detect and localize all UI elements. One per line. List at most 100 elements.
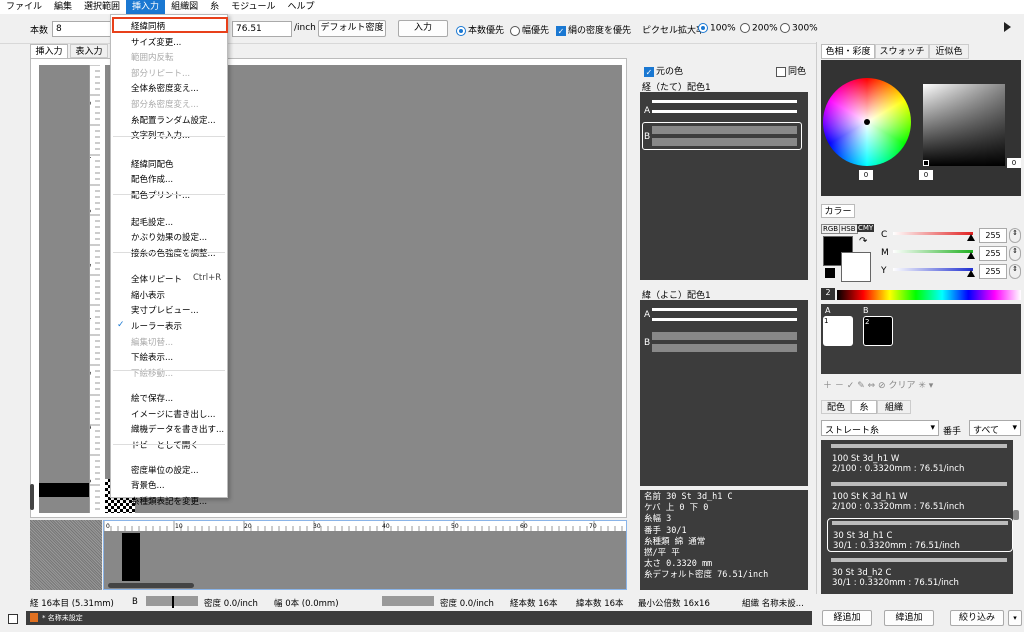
slider-track[interactable] [893, 268, 973, 271]
weft-row-a-stripe[interactable] [652, 308, 797, 311]
stepper-icon[interactable]: ⇕ [1009, 264, 1021, 279]
swatch-2[interactable]: 2 [863, 316, 893, 346]
original-color-checkbox[interactable]: ✓ 元の色 [644, 64, 683, 77]
tab-hue-saturation[interactable]: 色相・彩度 [821, 44, 875, 59]
swap-colors-icon[interactable]: ↷ [859, 236, 867, 247]
yarn-list-item[interactable]: 100 St K 3d_h1 W 2/100 : 0.3320mm : 76.51… [827, 480, 1013, 514]
weft-row-b-stripe[interactable] [652, 332, 797, 340]
swatch-1[interactable]: 1 [823, 316, 853, 346]
zoom-300-radio[interactable]: 300% [780, 23, 818, 34]
stepper-icon[interactable]: ⇕ [1009, 246, 1021, 261]
slider-track[interactable] [893, 250, 973, 253]
slider-thumb[interactable] [967, 252, 975, 259]
tab-organization[interactable]: 組織 [877, 400, 911, 414]
options-icon[interactable]: ✳ ▾ [918, 381, 933, 391]
menu-item-27[interactable]: 糸種類表記を変更... [131, 495, 207, 507]
menu-item-19[interactable]: 下絵表示... [131, 351, 173, 363]
default-density-button[interactable]: デフォルト密度 [318, 20, 386, 37]
mode-cmy[interactable]: CMY [857, 224, 875, 232]
warp-row-b-stripe[interactable] [652, 126, 797, 134]
tab-yarn[interactable]: 糸 [851, 400, 877, 414]
warp-row-a-stripe-2[interactable] [652, 110, 797, 113]
clear-button[interactable]: クリア [888, 381, 915, 391]
menu-item-26[interactable]: 背景色... [131, 479, 165, 491]
menu-item-23[interactable]: 織機データを書き出す... [131, 423, 224, 435]
apply-swatch-icon[interactable]: ✓ [847, 381, 855, 391]
warp-row-a-stripe[interactable] [652, 100, 797, 103]
menu-edit[interactable]: 編集 [48, 0, 78, 14]
menu-item-0[interactable]: 経緯同柄 [131, 20, 165, 32]
yarn-list-scrollbar[interactable] [1013, 510, 1019, 520]
add-swatch-icon[interactable]: ＋ [823, 381, 832, 391]
document-tab[interactable]: * 名称未設定 [42, 613, 83, 623]
menu-item-22[interactable]: イメージに書き出し... [131, 408, 215, 420]
weft-row-a-stripe-2[interactable] [652, 318, 797, 321]
yarn-type-select[interactable]: ストレート糸 ▾ [821, 420, 939, 436]
filter-button[interactable]: 絞り込み [950, 610, 1004, 626]
tab-insert[interactable]: 挿入力 [30, 44, 68, 58]
vertical-scrollbar[interactable] [30, 484, 34, 510]
add-warp-button[interactable]: 経追加 [822, 610, 872, 626]
tab-color[interactable]: カラー [821, 204, 855, 218]
menu-item-4[interactable]: 全体糸密度変え... [131, 82, 199, 94]
count-input[interactable]: 8 [52, 21, 112, 37]
default-colors-icon[interactable] [825, 268, 835, 278]
menu-module[interactable]: モジュール [225, 0, 281, 14]
yarn-list-item[interactable]: 30 St 3d_h2 C 30/1 : 0.3320mm : 76.51/inc… [827, 556, 1013, 590]
swap-swatch-icon[interactable]: ⇔ [868, 381, 876, 391]
tab-swatch[interactable]: スウォッチ [875, 44, 929, 59]
same-color-checkbox[interactable]: 同色 [776, 64, 806, 77]
zoom-100-radio[interactable]: 100% [698, 23, 736, 34]
menu-item-17[interactable]: ルーラー表示 [131, 320, 182, 332]
yarn-list-item[interactable]: 100 St 3d_h1 W 2/100 : 0.3320mm : 76.51/i… [827, 442, 1013, 476]
menu-org-chart[interactable]: 組織図 [165, 0, 204, 14]
slider-value[interactable]: 255 [979, 246, 1007, 261]
menu-item-16[interactable]: 実寸プレビュー... [131, 304, 199, 316]
warp-row-b-stripe-2[interactable] [652, 138, 797, 146]
warp-strip[interactable] [39, 65, 89, 513]
menu-item-9[interactable]: 配色作成... [131, 173, 173, 185]
tab-arrangement[interactable]: 配色 [821, 400, 851, 414]
density-input[interactable]: 76.51 [232, 21, 292, 37]
menu-file[interactable]: ファイル [0, 0, 48, 14]
footer-checkbox[interactable] [8, 614, 18, 624]
delete-swatch-icon[interactable]: ⊘ [878, 381, 886, 391]
slider-thumb[interactable] [967, 270, 975, 277]
menu-item-21[interactable]: 絵で保存... [131, 392, 173, 404]
menu-item-6[interactable]: 糸配置ランダム設定... [131, 114, 216, 126]
menu-yarn[interactable]: 糸 [204, 0, 225, 14]
menu-item-14[interactable]: 全体リピート [131, 273, 182, 285]
slider-value[interactable]: 255 [979, 228, 1007, 243]
keep-density-checkbox[interactable]: ✓ 絹の密度を優先 [556, 23, 631, 36]
menu-item-1[interactable]: サイズ変更... [131, 36, 181, 48]
menu-help[interactable]: ヘルプ [281, 0, 320, 14]
menu-item-12[interactable]: かぶり効果の設定... [131, 231, 207, 243]
yarn-list-item[interactable]: 30 St 3d_h1 C 30/1 : 0.3320mm : 76.51/inc… [827, 518, 1013, 552]
stepper-icon[interactable]: ⇕ [1009, 228, 1021, 243]
edit-swatch-icon[interactable]: ✎ [857, 381, 865, 391]
remove-swatch-icon[interactable]: － [835, 381, 844, 391]
menu-selection[interactable]: 選択範囲 [78, 0, 126, 14]
priority-count-radio[interactable]: 本数優先 [456, 23, 504, 36]
spectrum-bar[interactable] [837, 290, 1021, 300]
slider-thumb[interactable] [967, 234, 975, 241]
background-color[interactable] [841, 252, 871, 282]
tab-table-input[interactable]: 表入力 [70, 44, 108, 58]
menu-item-8[interactable]: 経緯同配色 [131, 158, 174, 170]
sv-cursor[interactable] [923, 160, 929, 166]
menu-item-24[interactable]: ドビーとして開く [131, 439, 199, 451]
menu-insert[interactable]: 挿入力 [126, 0, 166, 14]
slider-track[interactable] [893, 232, 973, 235]
priority-width-radio[interactable]: 幅優先 [510, 23, 549, 36]
mode-rgb[interactable]: RGB [821, 224, 841, 234]
menu-item-13[interactable]: 接糸の色強度を調整... [131, 247, 216, 259]
saturation-value-square[interactable] [923, 84, 1005, 166]
mode-hsb[interactable]: HSB [839, 224, 858, 234]
slider-value[interactable]: 255 [979, 264, 1007, 279]
filter-dropdown-button[interactable]: ▾ [1008, 610, 1022, 626]
weft-row-b-stripe-2[interactable] [652, 344, 797, 352]
tab-similar-colors[interactable]: 近似色 [929, 44, 969, 59]
play-icon[interactable] [1004, 22, 1011, 32]
menu-item-11[interactable]: 起毛設定... [131, 216, 173, 228]
count-filter-select[interactable]: すべて ▾ [969, 420, 1021, 436]
